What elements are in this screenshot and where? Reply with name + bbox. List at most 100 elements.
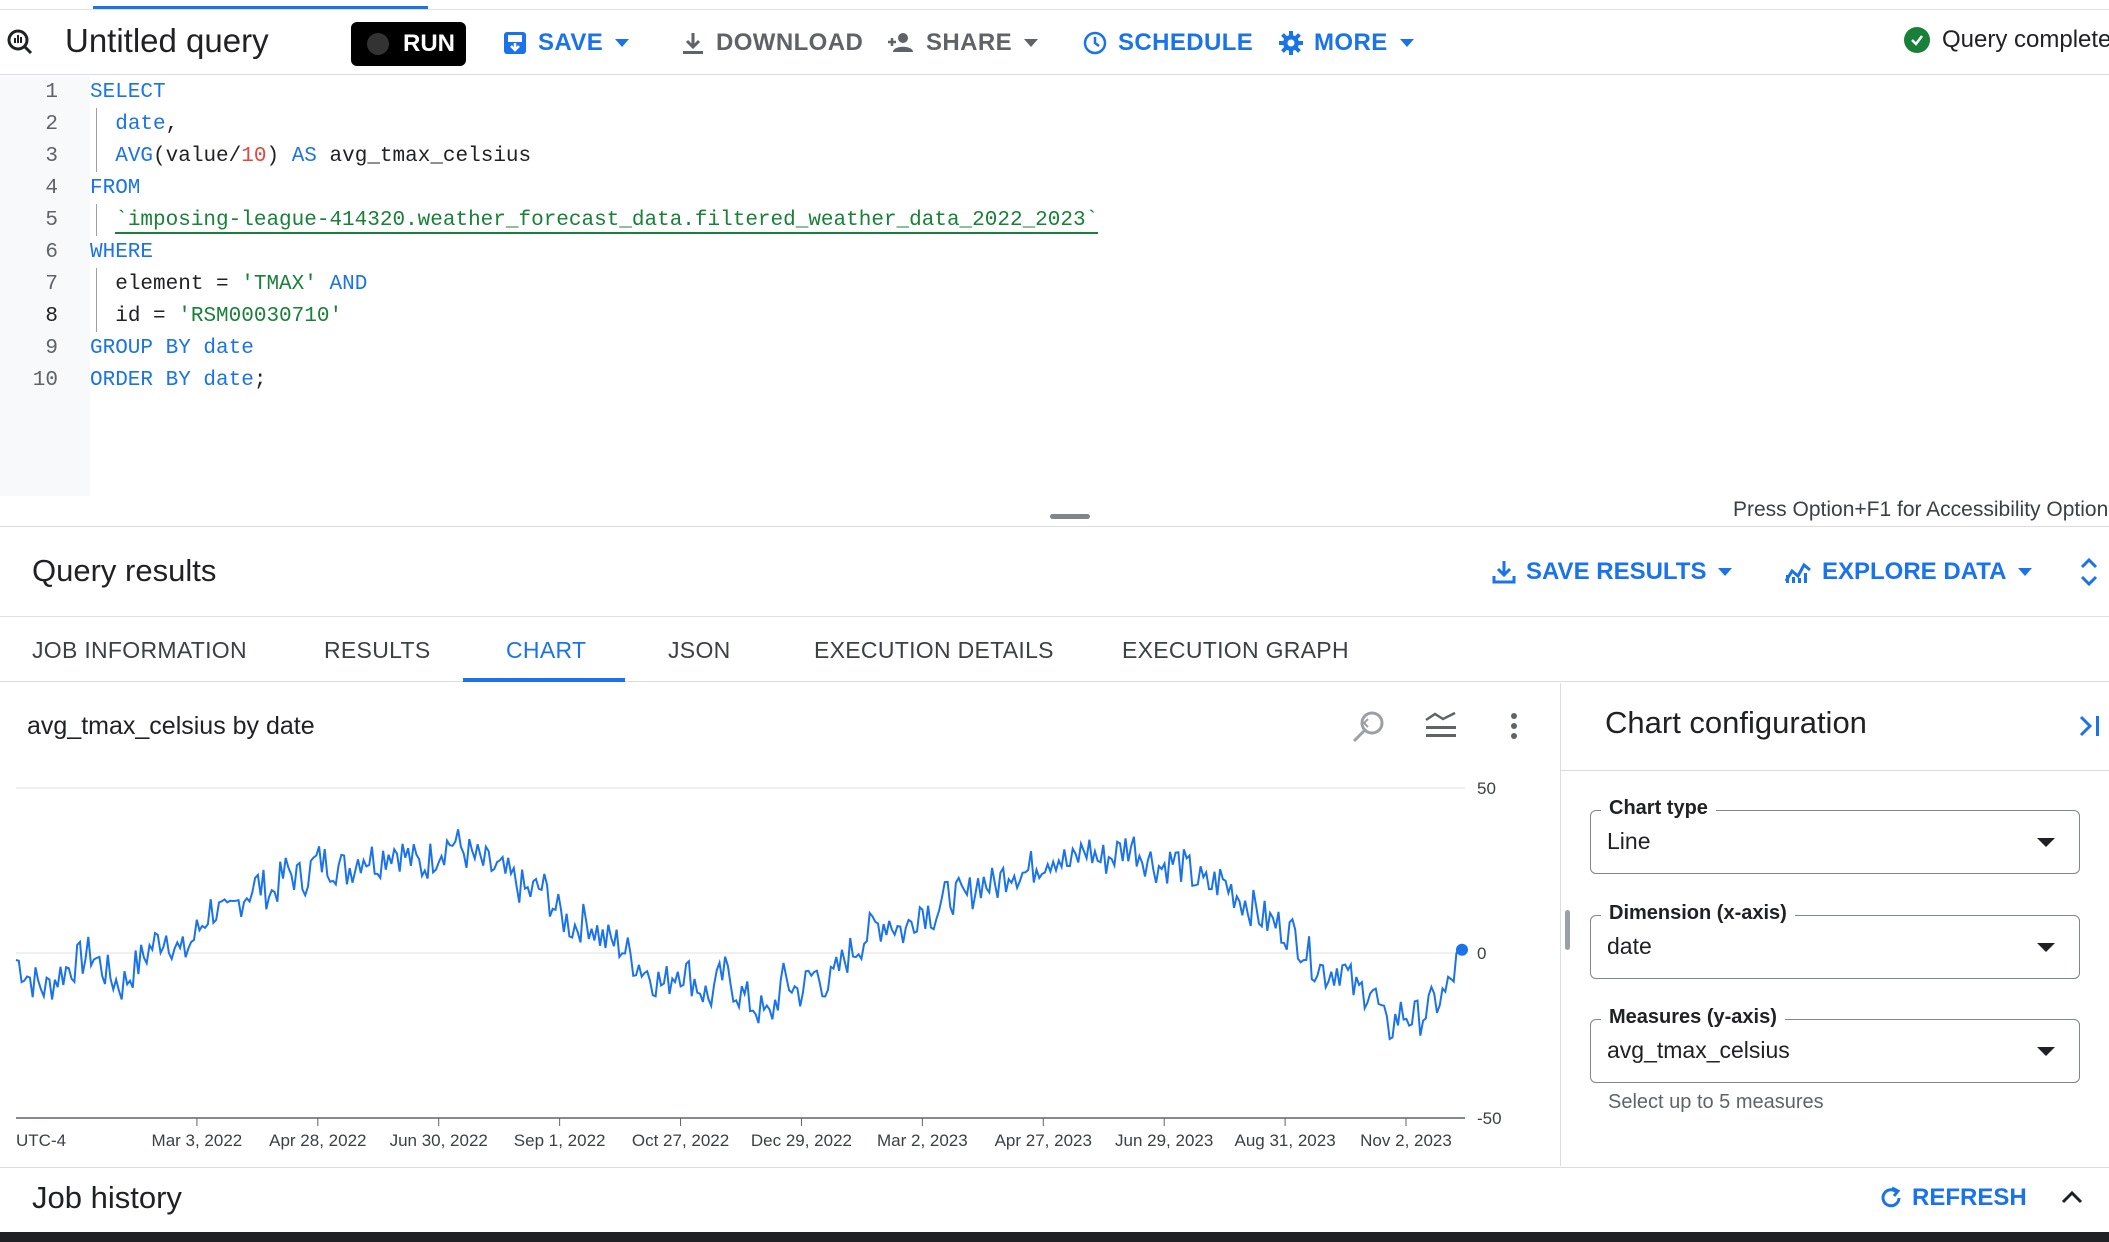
code-line: 1 SELECT [0,76,2109,108]
code-text: WHERE [90,240,154,264]
more-vert-icon[interactable] [1504,708,1524,749]
explore-data-button[interactable]: EXPLORE DATA [1784,558,2033,586]
x-tick-label: Mar 2, 2023 [877,1131,968,1150]
query-title[interactable]: Untitled query [65,22,269,60]
tab-json[interactable]: JSON [668,637,731,664]
code-line: 9 GROUP BY date [0,332,2109,364]
x-tick-label: Aug 31, 2023 [1235,1131,1336,1150]
save-label: SAVE [538,29,604,56]
divider [1561,770,2109,771]
code-line: 5 `imposing-league-414320.weather_foreca… [0,204,2109,236]
line-chart: UTC-4 Mar 3, 2022 Apr 28, 2022 Jun 30, 2022… [15,779,1502,1150]
job-history-bar [0,1167,2109,1242]
dropdown-arrow-icon [2037,838,2055,847]
run-icon [367,33,389,55]
code-text: element = 'TMAX' AND [115,272,368,296]
x-tick-label: UTC-4 [16,1131,66,1150]
line-number: 3 [45,144,58,168]
code-line: 10 ORDER BY date; [0,364,2109,396]
chart-type-value: Line [1607,828,1651,854]
dropdown-arrow-icon [2037,943,2055,952]
sql-editor[interactable]: 1 SELECT 2 date, 3 AVG(value/10) AS avg_… [0,76,2109,496]
x-tick-label: Apr 28, 2022 [269,1131,366,1150]
chevron-up-icon[interactable] [2060,1188,2084,1211]
expand-collapse-icon[interactable] [2078,556,2100,593]
chevron-down-icon [1718,568,1733,576]
refresh-icon [1881,1186,1901,1208]
line-number: 5 [45,208,58,232]
line-number: 9 [45,336,58,360]
code-text: id = 'RSM00030710' [115,304,343,328]
line-number: 4 [45,176,58,200]
x-tick-label: Dec 29, 2022 [751,1131,852,1150]
top-border [0,9,2109,10]
tab-execution-details[interactable]: EXECUTION DETAILS [814,637,1054,664]
panel-resize-grip[interactable] [1565,910,1570,950]
line-number: 2 [45,112,58,136]
x-tick-label: Mar 3, 2022 [152,1131,243,1150]
refresh-button[interactable]: REFRESH [1878,1184,2027,1212]
tab-chart[interactable]: CHART [506,637,586,664]
editor-tab-indicator [93,6,428,9]
run-button[interactable]: RUN [351,22,466,66]
tab-execution-graph[interactable]: EXECUTION GRAPH [1122,637,1349,664]
chevron-down-icon [2018,568,2033,576]
bottom-edge [0,1232,2109,1242]
gear-icon [1279,31,1303,55]
measures-label: Measures (y-axis) [1601,1006,1785,1029]
collapse-panel-icon[interactable] [2077,712,2103,748]
more-label: MORE [1314,29,1388,56]
code-line: 8 id = 'RSM00030710' [0,300,2109,332]
code-text: `imposing-league-414320.weather_forecast… [115,208,1099,234]
measures-select[interactable]: Measures (y-axis) avg_tmax_celsius [1590,1006,2080,1083]
save-results-button[interactable]: SAVE RESULTS [1492,558,1733,586]
code-line: 3 AVG(value/10) AS avg_tmax_celsius [0,140,2109,172]
chart-type-select[interactable]: Chart type Line [1590,797,2080,874]
dimension-label: Dimension (x-axis) [1601,902,1795,925]
accessibility-hint: Press Option+F1 for Accessibility Option… [1733,498,2109,521]
zoom-reset-icon[interactable] [1350,708,1388,751]
query-icon [6,28,34,61]
download-button[interactable]: DOWNLOAD [680,26,863,60]
line-number: 1 [45,80,58,104]
line-number: 6 [45,240,58,264]
series-line-avg-tmax-celsius [15,829,1463,1041]
save-button[interactable]: SAVE [502,26,630,60]
x-tick-label: Oct 27, 2022 [632,1131,729,1150]
measures-value: avg_tmax_celsius [1607,1037,1790,1063]
measures-hint: Select up to 5 measures [1608,1091,1824,1113]
resize-handle[interactable] [1050,514,1090,519]
save-results-label: SAVE RESULTS [1526,558,1707,585]
query-status: Query completed [1904,26,2109,54]
legend-toggle-icon[interactable] [1423,708,1459,749]
divider [0,526,2109,527]
code-text: date, [115,112,179,136]
y-tick-label: -50 [1477,1109,1502,1128]
dimension-select[interactable]: Dimension (x-axis) date [1590,902,2080,979]
more-button[interactable]: MORE [1278,26,1414,60]
x-tick-label: Jun 30, 2022 [390,1131,488,1150]
data-point-last[interactable] [1456,943,1468,956]
line-number: 8 [45,304,58,328]
tab-job-information[interactable]: JOB INFORMATION [32,637,247,664]
schedule-button[interactable]: SCHEDULE [1082,26,1253,60]
query-results-title: Query results [32,553,217,588]
tab-results[interactable]: RESULTS [324,637,430,664]
x-tick-label: Jun 29, 2023 [1115,1131,1213,1150]
y-tick-label: 0 [1477,944,1486,963]
clock-icon [1083,31,1107,55]
download-label: DOWNLOAD [716,29,864,56]
schedule-label: SCHEDULE [1118,29,1254,56]
status-text: Query completed [1942,26,2109,53]
share-button[interactable]: SHARE [886,26,1039,60]
y-tick-label: 50 [1477,779,1496,798]
job-history-title: Job history [32,1180,182,1215]
share-person-icon [888,33,913,52]
results-tabs: JOB INFORMATION RESULTS CHART JSON EXECU… [0,616,2109,682]
chart-config-title: Chart configuration [1605,705,1867,740]
code-text: FROM [90,176,141,200]
code-line: 2 date, [0,108,2109,140]
code-text: ORDER BY date; [90,368,267,392]
share-label: SHARE [926,29,1013,56]
x-axis: UTC-4 Mar 3, 2022 Apr 28, 2022 Jun 30, 2022… [16,1118,1452,1150]
